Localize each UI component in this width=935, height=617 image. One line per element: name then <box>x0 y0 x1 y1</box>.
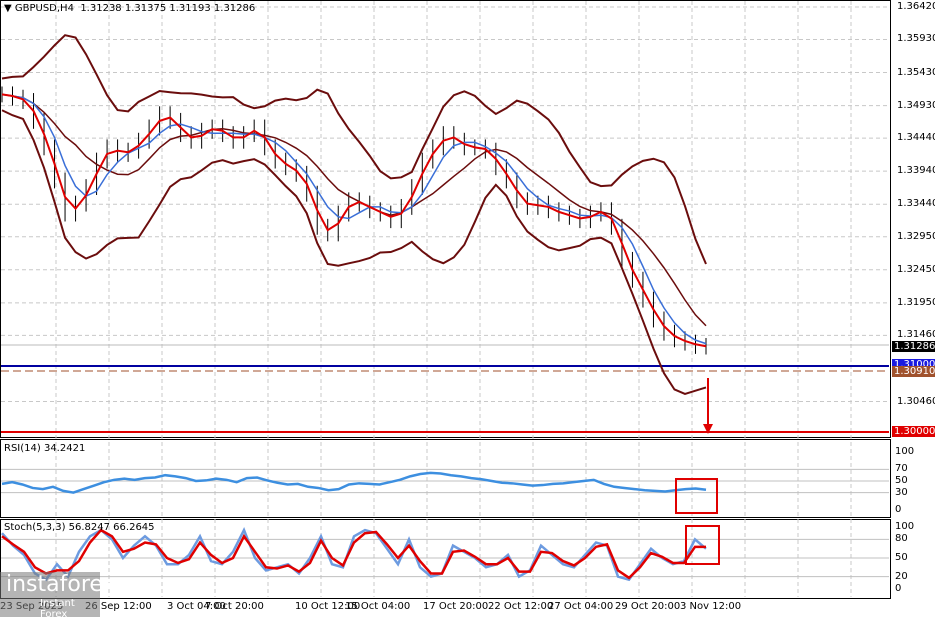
watermark-logo: instaforex Instant Forex Trading <box>0 572 116 617</box>
time-tick: 15 Oct 04:00 <box>345 601 411 612</box>
ma-fast <box>1 93 707 348</box>
watermark-tagline: Instant Forex Trading <box>40 598 75 617</box>
stoch-level-label: 0 <box>895 583 902 594</box>
price-tick: 1.34440 <box>897 132 935 144</box>
target-level-tag: 1.30000 <box>892 426 935 437</box>
price-tick: 1.32450 <box>897 263 935 275</box>
price-tick: 1.31950 <box>897 296 935 308</box>
brown-level-tag: 1.30910 <box>892 366 935 377</box>
rsi-level-label: 30 <box>895 486 908 498</box>
price-tick: 1.34930 <box>897 99 935 111</box>
bollinger-upper <box>1 34 707 265</box>
price-tick: 1.33440 <box>897 198 935 210</box>
price-tick: 1.33940 <box>897 165 935 177</box>
time-tick: 29 Oct 20:00 <box>615 601 681 612</box>
chart-window: ▼ GBPUSD,H4 1.31238 1.31375 1.31193 1.31… <box>0 0 935 617</box>
price-tick: 1.35430 <box>897 66 935 78</box>
bollinger-middle <box>1 93 707 327</box>
time-tick: 7 Oct 20:00 <box>205 601 264 612</box>
rsi-line <box>1 471 707 494</box>
price-tick: 1.35930 <box>897 33 935 45</box>
current-price-tag: 1.31286 <box>892 341 935 352</box>
stoch-level-label: 20 <box>895 570 908 582</box>
rsi-highlight-box <box>675 478 718 514</box>
ohlc-values: 1.31238 1.31375 1.31193 1.31286 <box>80 3 256 14</box>
price-tick: 1.36420 <box>897 1 935 12</box>
watermark-brand: instaforex <box>6 572 116 597</box>
stoch-level-label: 80 <box>895 533 908 545</box>
time-tick: 17 Oct 20:00 <box>423 601 489 612</box>
time-tick: 3 Nov 12:00 <box>680 601 742 612</box>
price-tick: 1.31460 <box>897 329 935 341</box>
time-tick: 27 Oct 04:00 <box>548 601 614 612</box>
stoch-level-label: 50 <box>895 552 908 563</box>
stoch-label: Stoch(5,3,3) 56.8247 66.2645 <box>4 522 155 533</box>
rsi-level-label: 0 <box>895 504 902 515</box>
panel-frame <box>0 439 891 518</box>
price-tick: 1.32950 <box>897 230 935 242</box>
time-tick: 22 Oct 12:00 <box>488 601 554 612</box>
rsi-level-label: 70 <box>895 463 908 475</box>
stoch-level-label: 100 <box>895 521 915 532</box>
symbol-header: ▼ GBPUSD,H4 1.31238 1.31375 1.31193 1.31… <box>4 3 256 14</box>
rsi-label: RSI(14) 34.2421 <box>4 443 86 454</box>
rsi-level-label: 100 <box>895 446 915 457</box>
ma-slow <box>1 93 707 345</box>
rsi-level-label: 50 <box>895 475 908 486</box>
panel-frame <box>0 0 891 438</box>
price-tick: 1.30460 <box>897 395 935 407</box>
symbol-label: GBPUSD,H4 <box>14 3 74 14</box>
